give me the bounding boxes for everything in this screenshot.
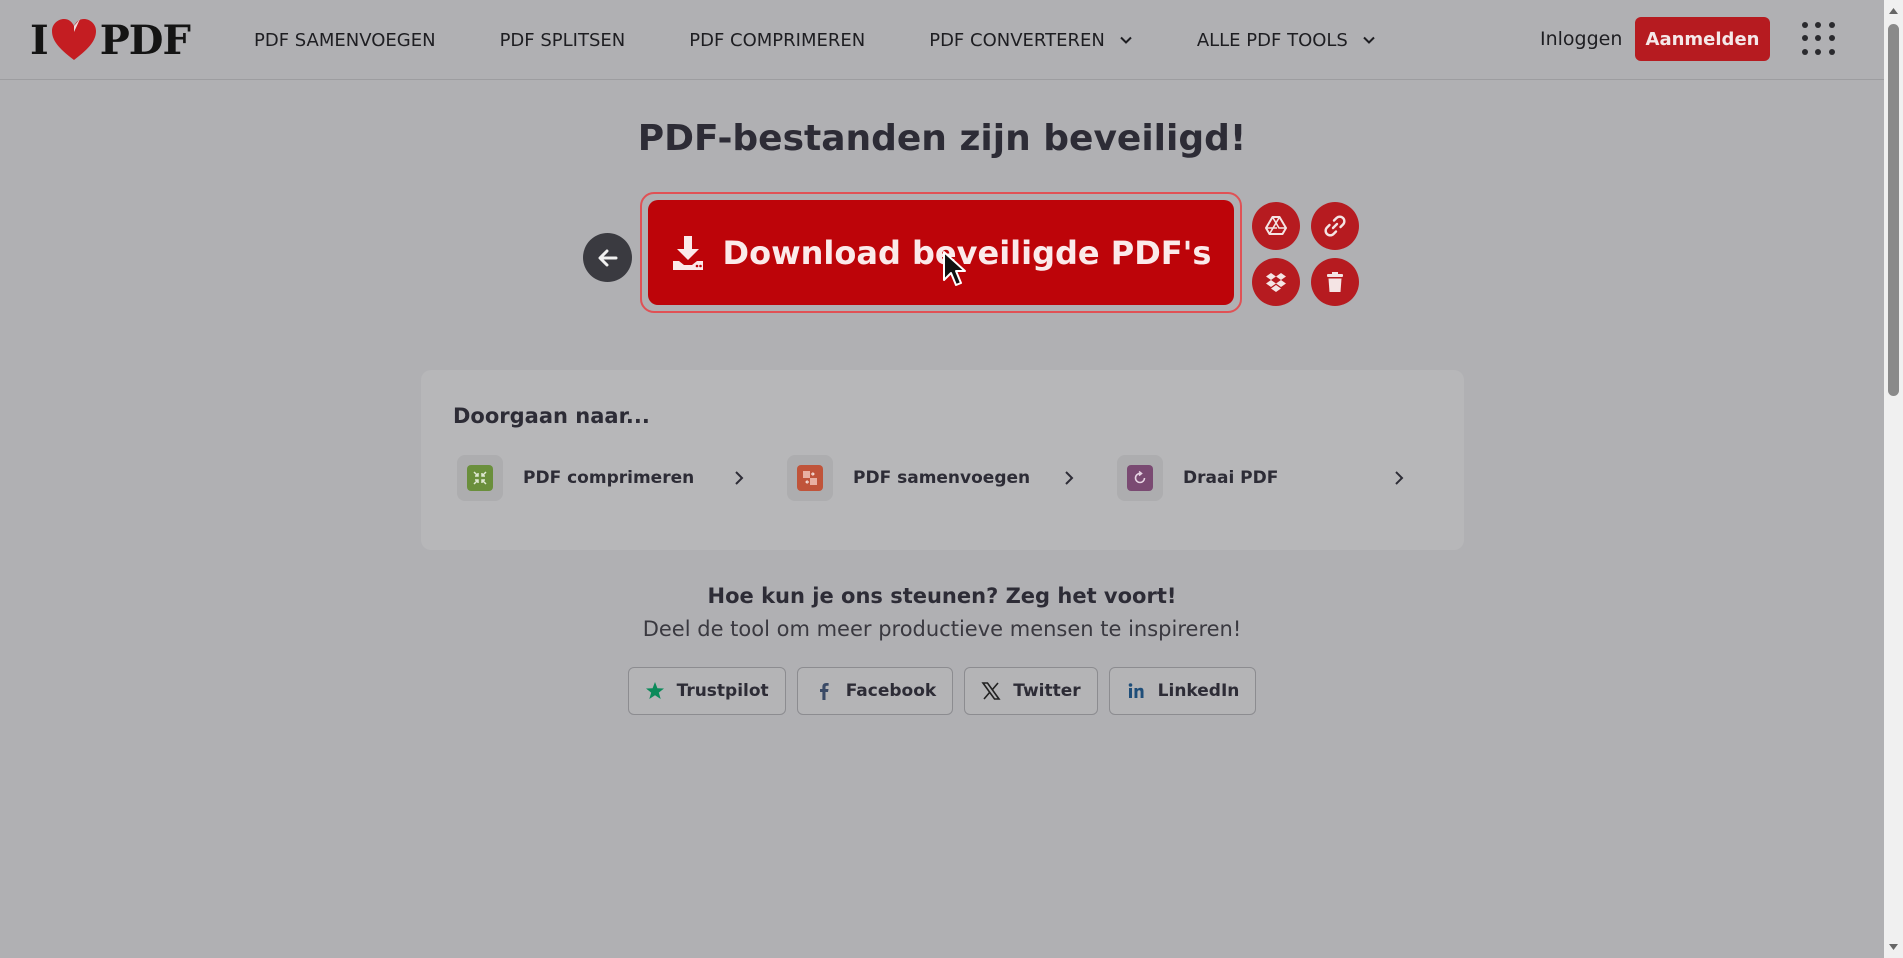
back-button[interactable]: [583, 233, 632, 282]
download-button-focus-ring: Download beveiligde PDF's: [640, 192, 1242, 313]
nav-label: PDF CONVERTEREN: [929, 29, 1105, 51]
scroll-down-icon[interactable]: [1888, 942, 1899, 952]
logo-letters-pdf: PDF: [99, 16, 191, 64]
copy-link-button[interactable]: [1311, 202, 1359, 250]
share-linkedin-button[interactable]: LinkedIn: [1108, 667, 1257, 715]
chevron-down-icon: [1363, 36, 1375, 44]
continue-to-card: Doorgaan naar... PDF comprimeren PDF sam…: [421, 370, 1464, 550]
rotate-icon: [1127, 465, 1153, 491]
google-drive-button[interactable]: [1252, 202, 1300, 250]
heart-icon: [51, 19, 96, 60]
tool-icon-bg: [457, 455, 503, 501]
share-label: Twitter: [1013, 681, 1081, 701]
login-link[interactable]: Inloggen: [1540, 28, 1622, 50]
share-label: Trustpilot: [676, 681, 769, 701]
share-label: LinkedIn: [1157, 681, 1240, 701]
delete-button[interactable]: [1311, 258, 1359, 306]
download-button[interactable]: Download beveiligde PDF's: [648, 200, 1234, 305]
share-buttons: Trustpilot Facebook Twitter LinkedIn: [0, 667, 1884, 715]
chevron-right-icon: [735, 471, 744, 485]
continue-title: Doorgaan naar...: [453, 404, 650, 428]
nav-item-compress[interactable]: PDF COMPRIMEREN: [689, 30, 865, 51]
tool-label: Draai PDF: [1183, 468, 1279, 488]
tool-label: PDF samenvoegen: [853, 468, 1031, 488]
scroll-up-icon[interactable]: [1888, 6, 1899, 16]
tool-icon-bg: [1117, 455, 1163, 501]
share-twitter-button[interactable]: Twitter: [964, 667, 1098, 715]
share-facebook-button[interactable]: Facebook: [796, 667, 954, 715]
logo-letter-i: I: [30, 16, 49, 64]
chevron-down-icon: [1120, 36, 1132, 44]
trash-icon: [1327, 272, 1343, 292]
nav-label: ALLE PDF TOOLS: [1196, 29, 1348, 51]
chevron-right-icon: [1065, 471, 1074, 485]
share-question: Hoe kun je ons steunen? Zeg het voort!: [707, 584, 1177, 608]
mouse-cursor-icon: [943, 251, 966, 286]
trustpilot-star-icon: [645, 682, 664, 699]
google-drive-icon: [1265, 216, 1287, 235]
scroll-thumb[interactable]: [1888, 24, 1899, 396]
arrow-left-icon: [598, 249, 617, 266]
link-icon: [1324, 215, 1346, 237]
linkedin-icon: [1128, 683, 1144, 698]
page-scrollbar[interactable]: [1884, 0, 1903, 958]
facebook-icon: [819, 683, 829, 700]
top-header: I PDF PDF SAMENVOEGEN PDF SPLITSEN PDF C…: [0, 0, 1884, 80]
nav-item-all-tools[interactable]: ALLE PDF TOOLS: [1197, 30, 1376, 51]
nav-item-split[interactable]: PDF SPLITSEN: [500, 30, 626, 51]
apps-grid-icon[interactable]: [1802, 22, 1836, 56]
tool-icon-bg: [787, 455, 833, 501]
download-icon: [672, 235, 703, 270]
nav-item-merge[interactable]: PDF SAMENVOEGEN: [254, 30, 436, 51]
tool-label: PDF comprimeren: [523, 468, 695, 488]
x-twitter-icon: [981, 682, 1001, 700]
main-nav: PDF SAMENVOEGEN PDF SPLITSEN PDF COMPRIM…: [254, 0, 1440, 80]
share-trustpilot-button[interactable]: Trustpilot: [627, 667, 786, 715]
nav-item-convert[interactable]: PDF CONVERTEREN: [929, 30, 1133, 51]
continue-rotate-link[interactable]: Draai PDF: [1117, 455, 1417, 501]
continue-compress-link[interactable]: PDF comprimeren: [457, 455, 757, 501]
share-subtitle: Deel de tool om meer productieve mensen …: [642, 617, 1242, 641]
ilovepdf-logo[interactable]: I PDF: [30, 16, 191, 64]
merge-icon: [797, 465, 823, 491]
dropbox-icon: [1266, 273, 1286, 292]
chevron-right-icon: [1395, 471, 1404, 485]
share-label: Facebook: [845, 681, 937, 701]
page-title: PDF-bestanden zijn beveiligd!: [637, 118, 1247, 159]
nav-label: PDF SPLITSEN: [499, 29, 626, 51]
dropbox-button[interactable]: [1252, 258, 1300, 306]
signup-button[interactable]: Aanmelden: [1635, 17, 1770, 61]
nav-label: PDF SAMENVOEGEN: [254, 29, 436, 51]
continue-merge-link[interactable]: PDF samenvoegen: [787, 455, 1087, 501]
compress-icon: [467, 465, 493, 491]
nav-label: PDF COMPRIMEREN: [689, 29, 866, 51]
